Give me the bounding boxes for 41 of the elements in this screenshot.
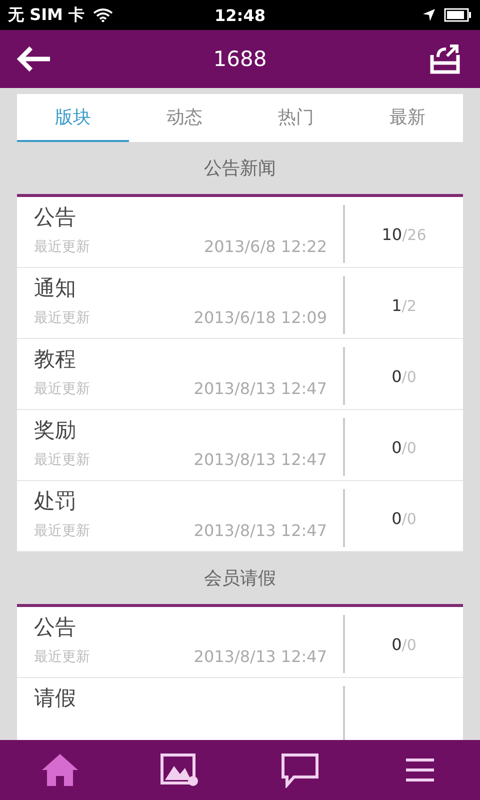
- update-time: 2013/6/8 12:22: [204, 237, 327, 256]
- wifi-icon: [92, 8, 113, 22]
- location-icon: [422, 8, 436, 22]
- board-title: 请假: [34, 685, 77, 712]
- home-icon[interactable]: [40, 752, 80, 788]
- update-label: 最近更新: [34, 380, 90, 398]
- board-title: 教程: [34, 346, 77, 373]
- board-title: 公告: [34, 204, 77, 231]
- photo-icon[interactable]: [160, 752, 200, 788]
- board-title: 通知: [34, 275, 77, 302]
- post-count: 0/0: [392, 508, 416, 528]
- post-count: 10/26: [382, 224, 426, 244]
- update-time: 2013/8/13 12:47: [194, 647, 327, 666]
- update-label: 最近更新: [34, 238, 90, 256]
- chat-icon[interactable]: [280, 752, 320, 788]
- status-time: 12:48: [214, 6, 266, 24]
- carrier-label: 无 SIM 卡: [8, 4, 85, 26]
- forum-row[interactable]: 处罚 最近更新 2013/8/13 12:47 0/0: [17, 481, 463, 552]
- board-title: 公告: [34, 614, 77, 641]
- board-title: 奖励: [34, 417, 77, 444]
- update-label: 最近更新: [34, 309, 90, 327]
- forum-row[interactable]: 教程 最近更新 2013/8/13 12:47 0/0: [17, 339, 463, 410]
- update-time: 2013/8/13 12:47: [194, 379, 327, 398]
- header-title: 1688: [213, 47, 267, 71]
- update-time: 2013/8/13 12:47: [194, 521, 327, 540]
- post-count: 1/2: [392, 296, 416, 314]
- post-count: 0/0: [392, 438, 416, 456]
- forum-row[interactable]: 通知 最近更新 2013/6/18 12:09 1/2: [17, 268, 463, 339]
- update-time: 2013/6/18 12:09: [194, 308, 327, 327]
- update-label: 最近更新: [34, 522, 90, 540]
- battery-icon: [444, 8, 472, 22]
- forum-row[interactable]: 奖励 最近更新 2013/8/13 12:47 0/0: [17, 410, 463, 481]
- update-label: 最近更新: [34, 648, 90, 666]
- post-count: 0/0: [392, 366, 416, 386]
- forum-row[interactable]: 公告 最近更新 2013/6/8 12:22 10/26: [17, 197, 463, 268]
- update-time: 2013/8/13 12:47: [194, 450, 327, 469]
- back-arrow-icon[interactable]: [16, 46, 52, 72]
- board-title: 处罚: [34, 488, 77, 515]
- post-count: 0/0: [392, 634, 416, 654]
- forum-row[interactable]: 公告 最近更新 2013/8/13 12:47 0/0: [17, 607, 463, 678]
- update-label: 最近更新: [34, 451, 90, 469]
